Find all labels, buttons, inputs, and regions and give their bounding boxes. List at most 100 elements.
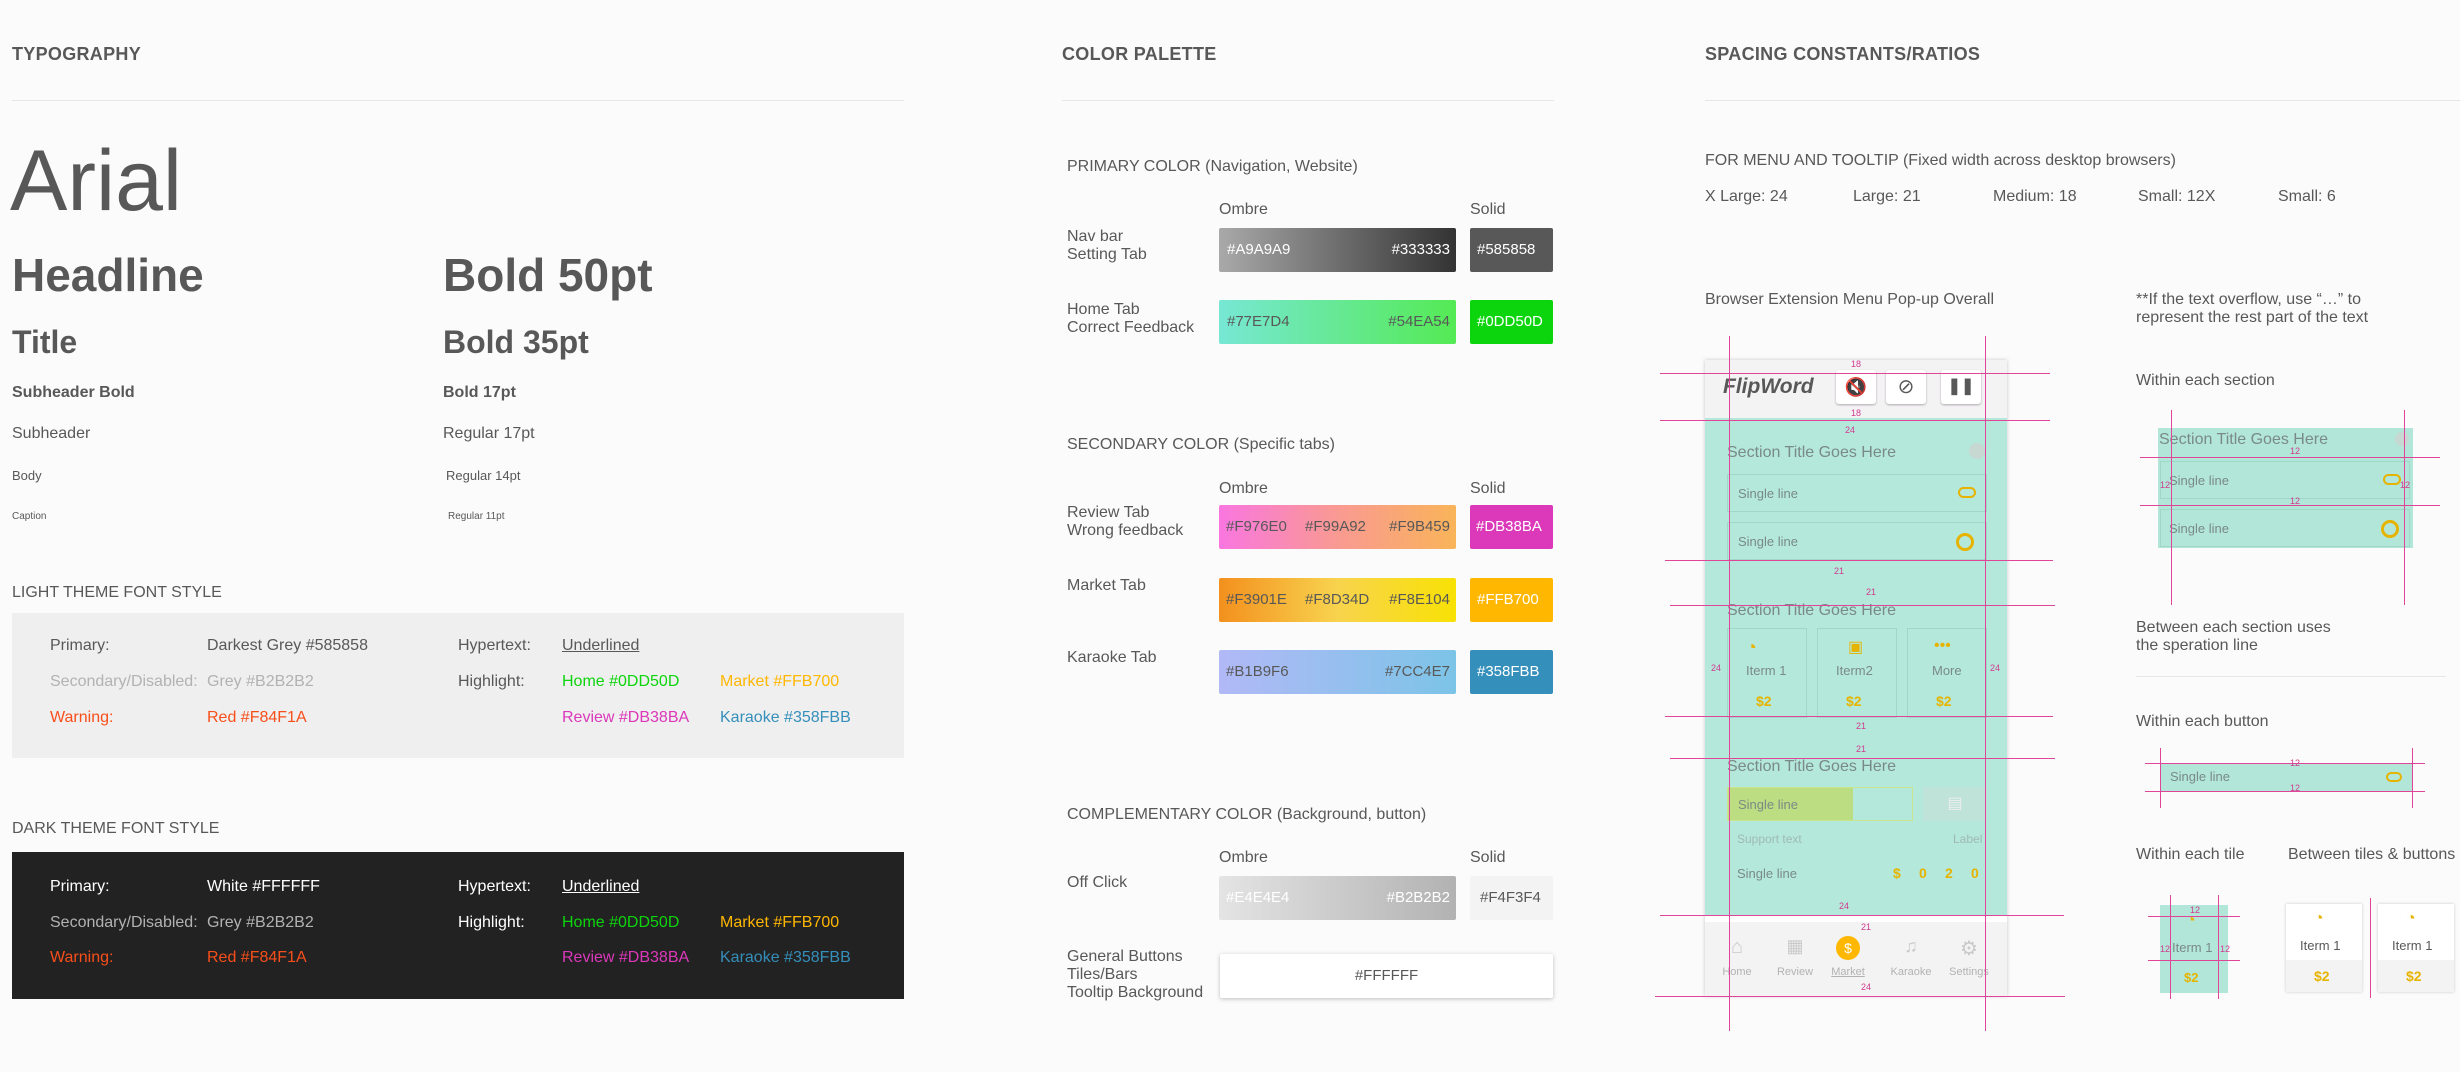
toggle-icon[interactable] (1958, 487, 1976, 498)
tile[interactable]: ••• More $2 (1907, 628, 1987, 718)
spacing-number: 24 (1711, 663, 1722, 673)
spacing-number: 12 (2290, 758, 2301, 768)
market-icon[interactable]: $ (1836, 936, 1860, 960)
type-caption-spec: Regular 11pt (448, 511, 505, 522)
secondary-value: Grey #B2B2B2 (207, 673, 314, 690)
between-tiles-title: Between tiles & buttons (2288, 846, 2456, 863)
digit: 0 (1971, 865, 1979, 881)
size-xlarge: X Large: 24 (1705, 188, 1788, 205)
tile-label: More (1932, 663, 1962, 678)
ear-icon: ◔ (1746, 637, 1757, 657)
guide-line (2160, 748, 2161, 808)
guide-line (2145, 763, 2425, 764)
toggle-icon (2386, 772, 2402, 782)
tile[interactable]: ▣ Iterm2 $2 (1817, 628, 1897, 718)
swatch-solid-market: #FFB700 (1470, 578, 1553, 622)
bottom-nav: ⌂ Home ▦ Review $ Market ♫ Karaoke ⚙ Set… (1705, 922, 2007, 996)
type-subheader-bold: Subheader Bold (12, 384, 135, 401)
list-item-label: Single line (2169, 521, 2229, 536)
swatch-code-end: #333333 (1391, 241, 1450, 258)
guide-line (2148, 916, 2240, 917)
list-item[interactable]: Single line (1727, 474, 1987, 512)
swatch-general-white: #FFFFFF (1220, 954, 1553, 998)
spacing-number: 21 (1856, 744, 1867, 754)
guide-line (2170, 895, 2171, 999)
nav-label-settings[interactable]: Settings (1943, 966, 1995, 978)
swatch-code-start: #77E7D4 (1227, 313, 1290, 330)
swatch-label-home: Home Tab Correct Feedback (1067, 301, 1195, 336)
hypertext-link[interactable]: Underlined (562, 878, 639, 896)
list-item: Single line (2160, 509, 2410, 547)
ombre-label: Ombre (1219, 480, 1268, 497)
type-subheader: Subheader (12, 425, 91, 442)
swatch-code-start: #A9A9A9 (1227, 241, 1291, 258)
radio-icon[interactable] (1956, 533, 1974, 551)
ombre-label: Ombre (1219, 849, 1268, 866)
nav-label-market[interactable]: Market (1823, 966, 1873, 978)
divider (1062, 100, 1554, 101)
primary-value: Darkest Grey #585858 (207, 637, 368, 654)
spacing-number: 21 (1834, 566, 1845, 576)
hypertext-label: Hypertext: (458, 637, 531, 654)
highlight-karaoke: Karaoke #358FBB (720, 709, 851, 726)
hypertext-link[interactable]: Underlined (562, 637, 639, 655)
nav-label-review[interactable]: Review (1771, 966, 1819, 978)
nav-label-karaoke[interactable]: Karaoke (1885, 966, 1937, 978)
tile-label: Iterm2 (1836, 663, 1873, 678)
swatch-code-end: #B2B2B2 (1386, 889, 1450, 906)
solid-label: Solid (1470, 480, 1506, 497)
size-large: Large: 21 (1853, 188, 1921, 205)
digit: 2 (1945, 865, 1953, 881)
nav-label-home[interactable]: Home (1715, 966, 1759, 978)
bag-icon: ▣ (1848, 639, 1864, 656)
list-item[interactable]: Single line (1727, 522, 1987, 560)
tile-label: Iterm 1 (2300, 938, 2341, 953)
review-icon[interactable]: ▦ (1775, 936, 1815, 957)
overflow-note: **If the text overflow, use “…” to repre… (2136, 291, 2369, 326)
more-icon: ••• (1934, 637, 1951, 654)
swatch-code-solid: #FFB700 (1477, 591, 1539, 608)
primary-label: Primary: (50, 637, 110, 654)
progress-bar: Single line (1727, 787, 1913, 821)
between-sections-title: Between each section uses the speration … (2136, 619, 2331, 654)
swatch-code-end: #7CC4E7 (1384, 663, 1450, 680)
settings-icon[interactable]: ⚙ (1949, 936, 1989, 961)
support-text: Support text (1737, 832, 1802, 846)
pause-icon[interactable]: ❚❚ (1941, 370, 1981, 404)
mute-icon[interactable]: 🔇 (1836, 370, 1876, 404)
help-icon[interactable] (1969, 443, 1985, 459)
highlight-market: Market #FFB700 (720, 673, 840, 690)
guide-line (1665, 716, 2053, 717)
swatch-label-market: Market Tab (1067, 577, 1146, 594)
separation-line-sample (2136, 676, 2446, 677)
divider (12, 100, 904, 101)
gift-icon[interactable]: ▤ (1923, 787, 1987, 821)
tile-price: $2 (2184, 970, 2199, 985)
warning-value: Red #F84F1A (207, 949, 307, 966)
tile-price: $2 (2314, 968, 2330, 984)
spacing-number: 12 (2190, 905, 2201, 915)
within-button-title: Within each button (2136, 713, 2269, 730)
block-icon[interactable]: ⊘ (1886, 370, 1926, 404)
light-theme-title: LIGHT THEME FONT STYLE (12, 584, 222, 601)
spacing-number: 12 (2400, 480, 2411, 490)
size-small-12: Small: 12X (2138, 188, 2216, 205)
highlight-home: Home #0DD50D (562, 914, 680, 931)
spacing-number: 18 (1851, 359, 1862, 369)
primary-color-title: PRIMARY COLOR (Navigation, Website) (1067, 158, 1358, 175)
section-title: Section Title Goes Here (1727, 758, 1896, 775)
tile[interactable]: ◔ Iterm 1 $2 (1727, 628, 1807, 718)
font-name: Arial (10, 133, 183, 229)
karaoke-icon[interactable]: ♫ (1891, 936, 1931, 957)
home-icon[interactable]: ⌂ (1717, 936, 1757, 959)
spacing-number: 24 (1990, 663, 2001, 673)
radio-icon (2381, 520, 2399, 538)
solid-label: Solid (1470, 849, 1506, 866)
secondary-label: Secondary/Disabled: (50, 914, 198, 931)
type-subheader-spec: Regular 17pt (443, 425, 535, 442)
tile-label: Iterm 1 (2172, 940, 2213, 955)
section-title-palette: COLOR PALETTE (1062, 44, 1217, 64)
popup-mock: FlipWord 🔇 ⊘ ❚❚ Section Title Goes Here … (1705, 360, 2007, 996)
dark-theme-title: DARK THEME FONT STYLE (12, 820, 220, 837)
primary-value: White #FFFFFF (207, 878, 320, 895)
